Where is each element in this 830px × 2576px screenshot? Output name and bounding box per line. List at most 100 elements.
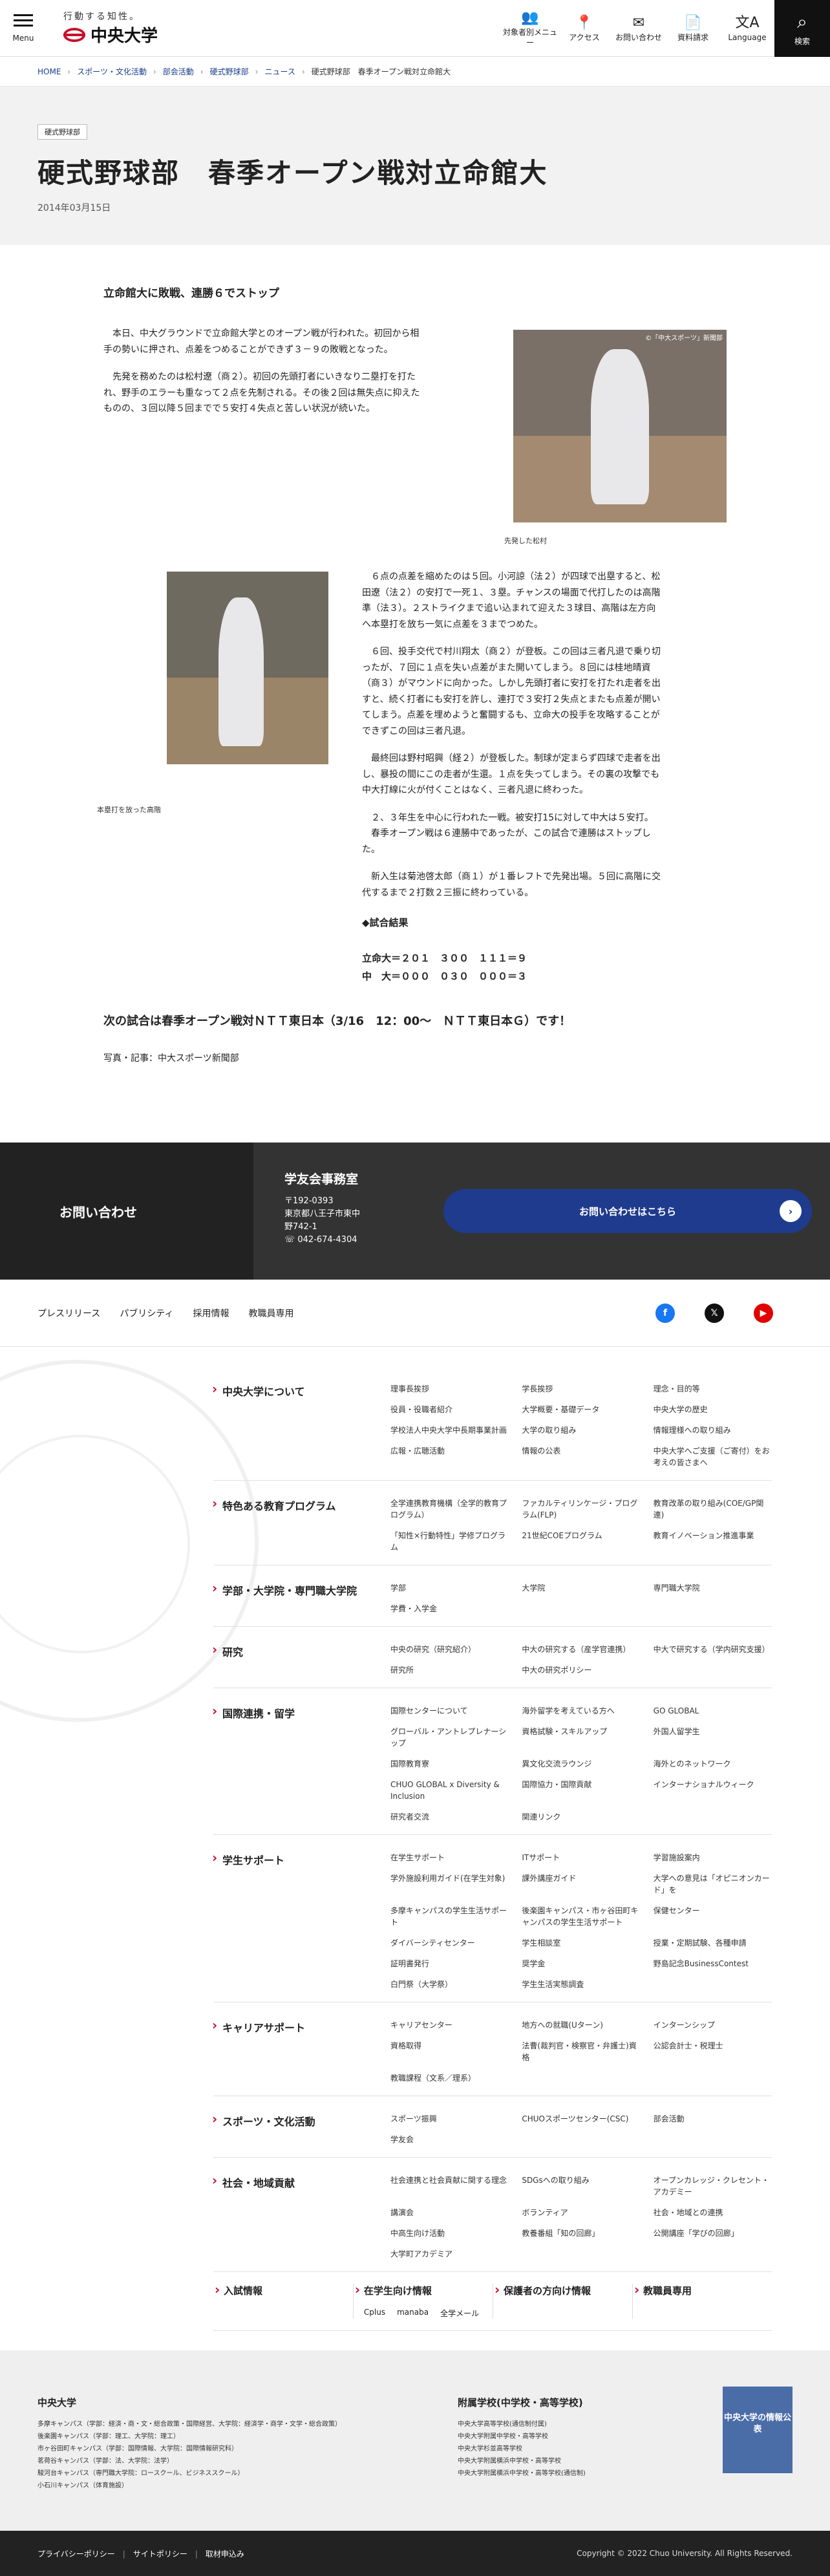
sitemap-link[interactable]: 外国人留学生 [654,1726,772,1749]
breadcrumb-item[interactable]: HOME [37,67,61,76]
youtube-icon[interactable]: ▶ [754,1303,773,1323]
sitemap-link[interactable]: 理念・目的等 [654,1383,772,1395]
sitemap-heading[interactable]: キャリアサポート [212,2017,390,2084]
footer-link[interactable]: サイトポリシー [133,2549,187,2559]
sitemap-link[interactable]: 専門職大学院 [654,1582,772,1594]
sitemap-link[interactable]: 異文化交流ラウンジ [522,1758,640,1770]
sitemap-link[interactable]: 「知性×行動特性」学修プログラム [390,1530,509,1553]
sitemap-link[interactable]: 中高生向け活動 [390,2227,509,2239]
sitemap-link[interactable]: 学長挨拶 [522,1383,640,1395]
sitemap-link[interactable]: 地方への就職(Uターン) [522,2019,640,2031]
breadcrumb-item[interactable]: 部会活動 [163,66,194,77]
sitemap-link[interactable]: 国際協力・国際貢献 [522,1779,640,1802]
sitemap-link[interactable]: 証明書発行 [390,1958,509,1970]
quick-sublink[interactable]: 全学メール [440,2308,479,2319]
disclosure-banner[interactable]: 中央大学の情報公表 [723,2387,793,2473]
sitemap-link[interactable]: 社会・地域との連携 [654,2207,772,2218]
footer-sublink[interactable]: 採用情報 [193,1307,229,1320]
sitemap-link[interactable]: 大学への意見は「オピニオンカード」を [654,1873,772,1896]
sitemap-link[interactable]: 法曹(裁判官・検察官・弁護士)資格 [522,2040,640,2063]
sitemap-link[interactable]: 学生相談室 [522,1937,640,1949]
footer-sublink[interactable]: 教職員専用 [248,1307,293,1320]
sitemap-link[interactable]: 公認会計士・税理士 [654,2040,772,2063]
quick-sublink[interactable]: Cplus [364,2308,385,2319]
sitemap-link[interactable]: ファカルティリンケージ・プログラム(FLP) [522,1497,640,1521]
quick-link[interactable]: 在学生向け情報 [364,2285,432,2297]
sitemap-link[interactable]: 教育改革の取り組み(COE/GP関連) [654,1497,772,1521]
sitemap-link[interactable]: 情報理様への取り組み [654,1424,772,1436]
sitemap-link[interactable]: 情報の公表 [522,1445,640,1468]
sitemap-link[interactable]: インターンシップ [654,2019,772,2031]
sitemap-link[interactable]: 課外講座ガイド [522,1873,640,1896]
sitemap-link[interactable]: グローバル・アントレプレナーシップ [390,1726,509,1749]
sitemap-link[interactable]: 理事長挨拶 [390,1383,509,1395]
sitemap-link[interactable]: 研究所 [390,1664,509,1676]
sitemap-link[interactable]: GO GLOBAL [654,1705,772,1717]
x-icon[interactable]: 𝕏 [705,1303,724,1323]
sitemap-link[interactable]: インターナショナルウィーク [654,1779,772,1802]
contact-button[interactable]: お問い合わせはこちら › [443,1189,812,1233]
sitemap-link[interactable]: 研究者交流 [390,1811,509,1823]
sitemap-link[interactable]: 中央大学へご支援（ご寄付）をお考えの皆さまへ [654,1445,772,1468]
footer-sublink[interactable]: パブリシティ [120,1307,173,1320]
sitemap-link[interactable]: CHUO GLOBAL x Diversity & Inclusion [390,1779,509,1802]
sitemap-link[interactable]: SDGsへの取り組み [522,2174,640,2198]
sitemap-link[interactable]: キャリアセンター [390,2019,509,2031]
menu-button[interactable]: Menu [0,0,47,57]
sitemap-heading[interactable]: スポーツ・文化活動 [212,2111,390,2145]
sitemap-link[interactable]: 社会連携と社会貢献に関する理念 [390,2174,509,2198]
nav-item-document[interactable]: 📄 資料請求 [666,0,720,57]
sitemap-link[interactable]: 白門祭（大学祭） [390,1979,509,1990]
sitemap-link[interactable]: ボランティア [522,2207,640,2218]
nav-item-language[interactable]: 文A Language [720,0,774,57]
sitemap-link[interactable]: 教育イノベーション推進事業 [654,1530,772,1553]
sitemap-heading[interactable]: 研究 [212,1642,390,1676]
category-badge[interactable]: 硬式野球部 [37,124,87,140]
sitemap-heading[interactable]: 特色ある教育プログラム [212,1496,390,1553]
sitemap-link[interactable]: 学生生活実態調査 [522,1979,640,1990]
sitemap-link[interactable]: 中央の研究（研究紹介） [390,1644,509,1655]
site-logo[interactable]: 行動する知性。 中央大学 [63,10,158,47]
quick-sublink[interactable]: manaba [397,2308,429,2319]
nav-item-map-pin[interactable]: 📍 アクセス [557,0,612,57]
sitemap-heading[interactable]: 学部・大学院・専門職大学院 [212,1580,390,1615]
sitemap-link[interactable]: 役員・役職者紹介 [390,1404,509,1415]
sitemap-link[interactable]: 学外施設利用ガイド(在学生対象) [390,1873,509,1896]
sitemap-link[interactable]: 講演会 [390,2207,509,2218]
sitemap-link[interactable]: 資格試験・スキルアップ [522,1726,640,1749]
sitemap-link[interactable]: 教養番組「知の回廊」 [522,2227,640,2239]
sitemap-link[interactable]: 中大で研究する（学内研究支援） [654,1644,772,1655]
sitemap-link[interactable]: 後楽園キャンパス・市ヶ谷田町キャンパスの学生生活サポート [522,1905,640,1928]
sitemap-link[interactable]: オープンカレッジ・クレセント・アカデミー [654,2174,772,2198]
sitemap-link[interactable]: 国際教育寮 [390,1758,509,1770]
sitemap-link[interactable]: 部会活動 [654,2113,772,2125]
facebook-icon[interactable]: f [655,1303,675,1323]
sitemap-link[interactable]: 大学院 [522,1582,640,1594]
sitemap-link[interactable]: 学費・入学金 [390,1603,509,1615]
breadcrumb-item[interactable]: 硬式野球部 [210,66,249,77]
nav-item-people[interactable]: 👥 対象者別メニュー [503,0,557,57]
sitemap-heading[interactable]: 中央大学について [212,1381,390,1468]
sitemap-link[interactable]: 保健センター [654,1905,772,1928]
sitemap-link[interactable]: 学部 [390,1582,509,1594]
sitemap-link[interactable]: 海外留学を考えている方へ [522,1705,640,1717]
quick-link[interactable]: 教職員専用 [643,2285,692,2297]
nav-item-mail[interactable]: ✉ お問い合わせ [612,0,666,57]
sitemap-link[interactable]: ITサポート [522,1852,640,1863]
sitemap-link[interactable]: 中央大学の歴史 [654,1404,772,1415]
sitemap-link[interactable]: 大学町アカデミア [390,2248,509,2260]
sitemap-link[interactable]: 授業・定期試験、各種申請 [654,1937,772,1949]
sitemap-link[interactable]: 大学概要・基礎データ [522,1404,640,1415]
footer-link[interactable]: プライバシーポリシー [37,2549,115,2559]
quick-link[interactable]: 保護者の方向け情報 [504,2285,591,2297]
sitemap-link[interactable]: 国際センターについて [390,1705,509,1717]
sitemap-link[interactable]: 中大の研究する（産学官連携） [522,1644,640,1655]
sitemap-link[interactable]: 広報・広聴活動 [390,1445,509,1468]
sitemap-link[interactable]: 学習施設案内 [654,1852,772,1863]
sitemap-link[interactable]: 関連リンク [522,1811,640,1823]
search-button[interactable]: ⌕ 検索 [774,0,830,57]
sitemap-link[interactable]: 教職課程（文系／理系） [390,2072,509,2084]
breadcrumb-item[interactable]: ニュース [264,66,295,77]
sitemap-link[interactable]: スポーツ振興 [390,2113,509,2125]
sitemap-heading[interactable]: 学生サポート [212,1850,390,1990]
